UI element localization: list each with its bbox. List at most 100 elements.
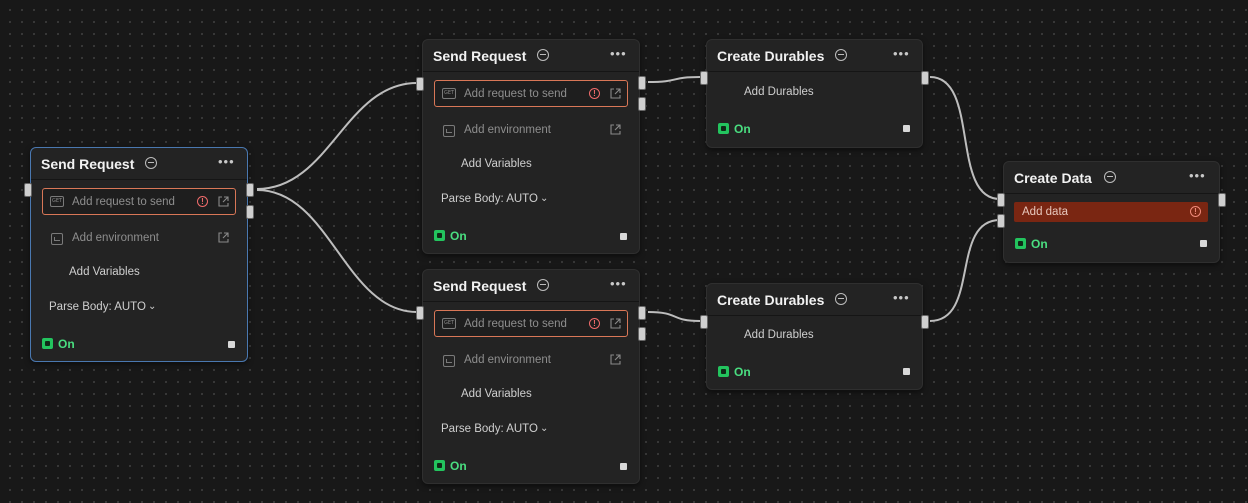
output-port-error[interactable] [638,327,646,341]
wire-sr3-to-cd2 [647,311,701,322]
chevron-down-icon[interactable]: ⌄ [540,193,548,204]
environment-icon [51,233,63,245]
output-port[interactable] [921,71,929,85]
get-badge: GET [50,196,64,207]
parse-body-select[interactable]: Parse Body: AUTO [441,193,538,205]
toggle-label: On [1031,237,1048,251]
node-header[interactable]: Send Request ••• [423,270,639,302]
on-toggle[interactable] [718,123,729,134]
environment-label[interactable]: Add environment [72,232,159,244]
on-toggle[interactable] [1015,238,1026,249]
external-link-icon[interactable] [610,88,621,99]
output-port-error[interactable] [638,97,646,111]
input-port[interactable] [24,183,32,197]
info-circle-icon[interactable] [537,279,549,291]
add-variables-button[interactable]: Add Variables [461,158,532,170]
environment-icon [443,355,455,367]
wire-sr2-to-cd1 [647,76,701,83]
node-resize-handle[interactable] [620,233,627,240]
wire-cd2-to-cdata [929,219,1001,322]
warning-icon: ! [1190,206,1201,217]
add-durables-button[interactable]: Add Durables [744,86,814,98]
info-circle-icon[interactable] [835,293,847,305]
info-circle-icon[interactable] [145,157,157,169]
node-resize-handle[interactable] [903,368,910,375]
add-variables-button[interactable]: Add Variables [69,266,140,278]
node-resize-handle[interactable] [1200,240,1207,247]
output-port-success[interactable] [638,306,646,320]
create-durables-node-2[interactable]: Create Durables ••• Add Durables On [706,283,923,390]
add-data-field[interactable]: Add data ! [1014,202,1208,222]
add-variables-button[interactable]: Add Variables [461,388,532,400]
output-port-success[interactable] [246,183,254,197]
environment-label[interactable]: Add environment [464,354,551,366]
node-title: Create Durables [717,48,825,64]
wire-sr1-to-sr2 [256,82,418,190]
toggle-label: On [450,459,467,473]
request-placeholder: Add request to send [72,196,175,208]
node-title: Send Request [433,278,527,294]
input-port[interactable] [416,306,424,320]
chevron-down-icon[interactable]: ⌄ [148,301,156,312]
add-data-label: Add data [1022,206,1069,218]
node-resize-handle[interactable] [903,125,910,132]
input-port[interactable] [700,71,708,85]
external-link-icon[interactable] [610,318,621,329]
external-link-icon[interactable] [218,196,229,207]
request-field[interactable]: GET Add request to send ! [434,80,628,107]
add-durables-button[interactable]: Add Durables [744,329,814,341]
output-port-success[interactable] [638,76,646,90]
output-port[interactable] [921,315,929,329]
node-resize-handle[interactable] [228,341,235,348]
parse-body-select[interactable]: Parse Body: AUTO [49,301,146,313]
node-title: Send Request [41,156,135,172]
node-header[interactable]: Create Data ••• [1004,162,1219,194]
environment-label[interactable]: Add environment [464,124,551,136]
request-field[interactable]: GET Add request to send ! [434,310,628,337]
on-toggle[interactable] [434,230,445,241]
parse-body-select[interactable]: Parse Body: AUTO [441,423,538,435]
node-header[interactable]: Create Durables ••• [707,40,922,72]
node-header[interactable]: Send Request ••• [423,40,639,72]
info-circle-icon[interactable] [835,49,847,61]
input-port[interactable] [416,77,424,91]
request-placeholder: Add request to send [464,318,567,330]
more-horizontal-icon[interactable]: ••• [610,277,627,291]
on-toggle[interactable] [434,460,445,471]
request-field[interactable]: GET Add request to send ! [42,188,236,215]
create-data-node[interactable]: Create Data ••• Add data ! On [1003,161,1220,263]
info-circle-icon[interactable] [1104,171,1116,183]
input-port[interactable] [700,315,708,329]
more-horizontal-icon[interactable]: ••• [218,155,235,169]
request-placeholder: Add request to send [464,88,567,100]
on-toggle[interactable] [718,366,729,377]
send-request-node-2[interactable]: Send Request ••• GET Add request to send… [422,39,640,254]
external-link-icon[interactable] [610,354,621,365]
external-link-icon[interactable] [218,232,229,243]
more-horizontal-icon[interactable]: ••• [893,47,910,61]
info-circle-icon[interactable] [537,49,549,61]
chevron-down-icon[interactable]: ⌄ [540,423,548,434]
toggle-label: On [734,365,751,379]
environment-icon [443,125,455,137]
send-request-node-3[interactable]: Send Request ••• GET Add request to send… [422,269,640,484]
more-horizontal-icon[interactable]: ••• [893,291,910,305]
node-header[interactable]: Send Request ••• [31,148,247,180]
node-title: Create Data [1014,170,1092,186]
toggle-label: On [450,229,467,243]
output-port-error[interactable] [246,205,254,219]
external-link-icon[interactable] [610,124,621,135]
node-header[interactable]: Create Durables ••• [707,284,922,316]
create-durables-node-1[interactable]: Create Durables ••• Add Durables On [706,39,923,148]
more-horizontal-icon[interactable]: ••• [610,47,627,61]
node-resize-handle[interactable] [620,463,627,470]
more-horizontal-icon[interactable]: ••• [1189,169,1206,183]
wire-cd1-to-cdata [929,76,1001,200]
on-toggle[interactable] [42,338,53,349]
input-port-secondary[interactable] [997,214,1005,228]
output-port[interactable] [1218,193,1226,207]
toggle-label: On [58,337,75,351]
warning-icon: ! [589,318,600,329]
send-request-node-1[interactable]: Send Request ••• GET Add request to send… [30,147,248,362]
input-port[interactable] [997,193,1005,207]
